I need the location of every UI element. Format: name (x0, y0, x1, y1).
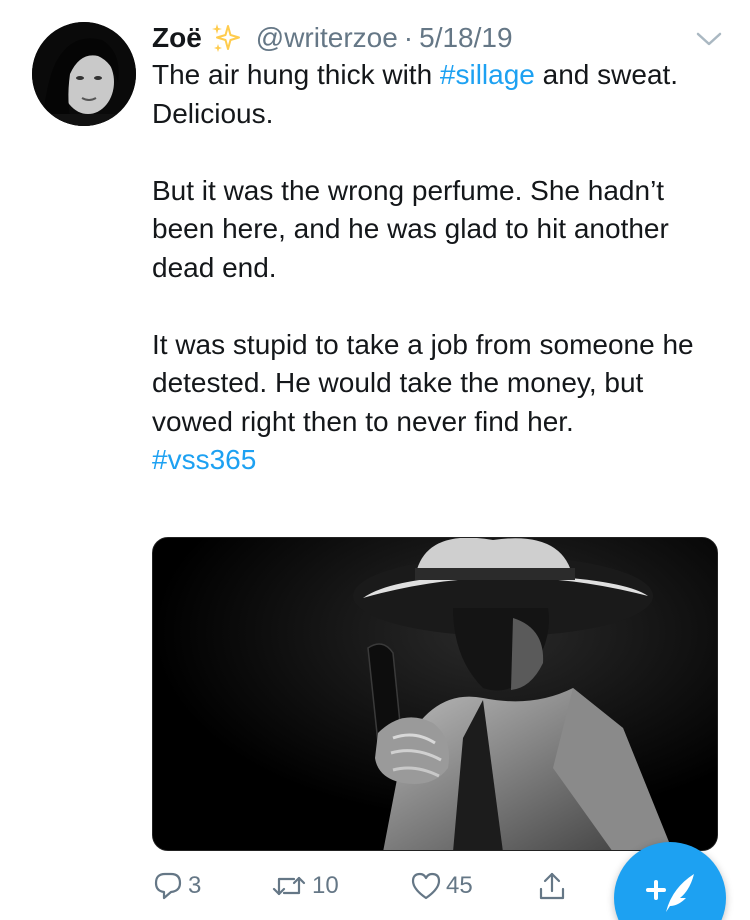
tweet-actions: 3 10 45 (152, 866, 622, 906)
tweet-text: The air hung thick with #sillage and swe… (152, 56, 732, 480)
text-segment: The air hung thick with (152, 59, 440, 90)
tweet-paragraph-2: But it was the wrong perfume. She hadn’t… (152, 174, 669, 283)
sparkles-icon (210, 22, 242, 54)
tweet-paragraph-1: The air hung thick with #sillage and swe… (152, 56, 732, 133)
share-button[interactable] (536, 866, 568, 906)
like-button[interactable]: 45 (410, 866, 473, 906)
reply-icon (152, 870, 184, 902)
avatar[interactable] (32, 22, 136, 126)
tweet-header: Zoë @writerzoe · 5/18/19 (152, 18, 513, 58)
compose-tweet-button[interactable] (614, 842, 726, 920)
tweet-hashtag-line: #vss365 (152, 441, 732, 480)
reply-button[interactable]: 3 (152, 866, 201, 906)
tweet-date[interactable]: 5/18/19 (419, 18, 512, 58)
user-handle[interactable]: @writerzoe (256, 18, 398, 58)
display-name[interactable]: Zoë (152, 18, 202, 58)
tweet-paragraph-3: It was stupid to take a job from someone… (152, 328, 694, 437)
tweet-media-photo[interactable] (152, 537, 718, 851)
heart-icon (410, 870, 442, 902)
retweet-icon (270, 870, 308, 902)
separator-dot: · (403, 22, 414, 53)
hashtag-link-vss365[interactable]: #vss365 (152, 444, 256, 475)
hashtag-link-sillage[interactable]: #sillage (440, 59, 535, 90)
share-icon (536, 870, 568, 902)
avatar-image (32, 22, 136, 126)
like-count: 45 (446, 872, 473, 899)
noir-detective-photo (153, 538, 717, 850)
compose-feather-plus-icon (642, 868, 698, 920)
chevron-down-icon[interactable] (694, 24, 724, 54)
retweet-count: 10 (312, 872, 339, 899)
retweet-button[interactable]: 10 (270, 866, 339, 906)
reply-count: 3 (188, 872, 202, 899)
